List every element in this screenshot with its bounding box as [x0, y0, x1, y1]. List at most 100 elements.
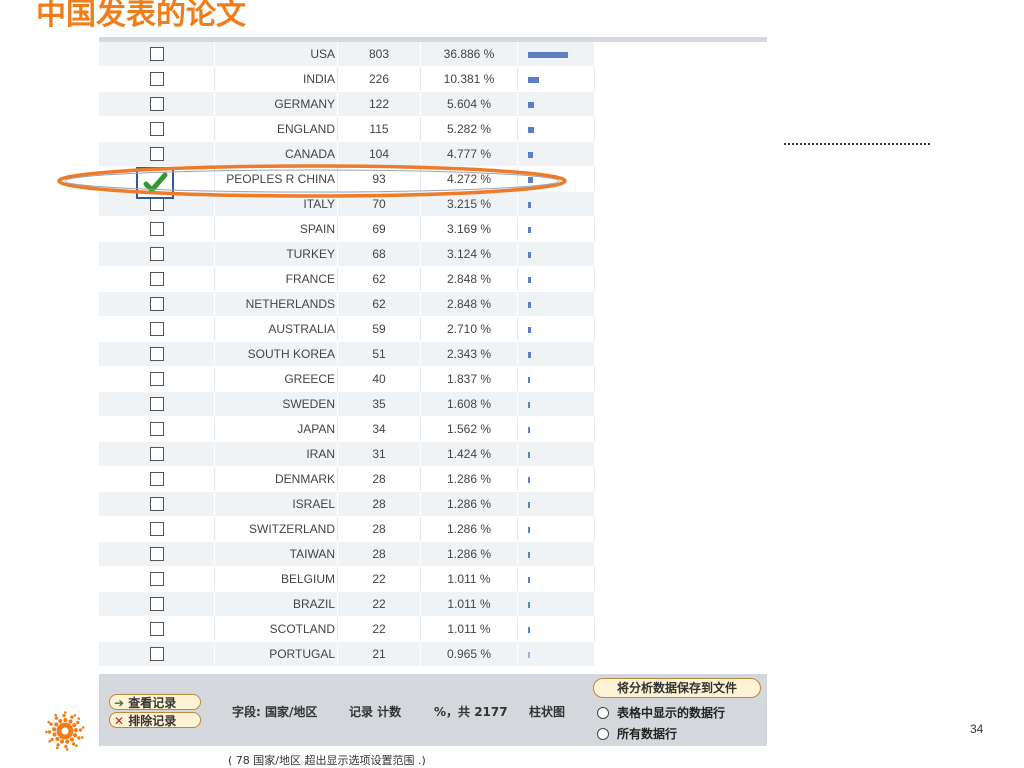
percent-cell: 4.777 % [420, 141, 518, 167]
dotted-leader-line [784, 143, 930, 145]
radio-displayed-rows[interactable]: 表格中显示的数据行 [597, 704, 725, 721]
percent-cell: 2.848 % [420, 291, 518, 317]
share-bar [528, 101, 534, 108]
count-column-header[interactable]: 记录 计数 [349, 703, 401, 720]
bar-cell [517, 116, 595, 142]
row-checkbox[interactable] [149, 222, 164, 237]
row-checkbox[interactable] [149, 72, 164, 87]
row-select-cell [99, 466, 215, 492]
radio-displayed-rows-label: 表格中显示的数据行 [617, 706, 726, 720]
percent-column-header[interactable]: %，共 2177 [434, 703, 508, 720]
exclude-records-button[interactable]: ✕ 排除记录 [109, 712, 201, 728]
row-checkbox[interactable] [149, 422, 164, 437]
country-cell: SOUTH KOREA [214, 341, 338, 367]
row-select-cell [99, 316, 215, 342]
bar-cell [517, 66, 595, 92]
country-cell: IRAN [214, 441, 338, 467]
row-checkbox[interactable] [149, 597, 164, 612]
selected-checkbox-highlight[interactable] [136, 167, 174, 199]
row-checkbox[interactable] [149, 472, 164, 487]
country-cell: PEOPLES R CHINA [214, 166, 338, 192]
table-row: GREECE 40 1.837 % [99, 366, 595, 392]
country-cell: AUSTRALIA [214, 316, 338, 342]
count-cell: 115 [337, 116, 421, 142]
row-select-cell [99, 641, 215, 667]
save-analysis-data-button[interactable]: 将分析数据保存到文件 [593, 678, 761, 698]
table-row: ENGLAND 115 5.282 % [99, 116, 595, 142]
bar-cell [517, 566, 595, 592]
country-cell: USA [214, 42, 338, 67]
row-select-cell [99, 541, 215, 567]
row-checkbox[interactable] [149, 547, 164, 562]
row-checkbox[interactable] [149, 122, 164, 137]
country-cell: BRAZIL [214, 591, 338, 617]
count-cell: 28 [337, 491, 421, 517]
share-bar [528, 351, 531, 358]
share-bar [528, 526, 530, 533]
bar-cell [517, 191, 595, 217]
share-bar [528, 126, 534, 133]
table-row: SWEDEN 35 1.608 % [99, 391, 595, 417]
row-checkbox[interactable] [149, 247, 164, 262]
country-cell: SWITZERLAND [214, 516, 338, 542]
table-row: JAPAN 34 1.562 % [99, 416, 595, 442]
row-checkbox[interactable] [149, 447, 164, 462]
share-bar [528, 601, 530, 608]
share-bar [528, 201, 531, 208]
count-cell: 93 [337, 166, 421, 192]
row-checkbox[interactable] [149, 322, 164, 337]
row-checkbox[interactable] [149, 622, 164, 637]
count-cell: 62 [337, 291, 421, 317]
row-checkbox[interactable] [149, 497, 164, 512]
share-bar [528, 451, 530, 458]
count-cell: 34 [337, 416, 421, 442]
percent-cell: 1.286 % [420, 491, 518, 517]
row-checkbox[interactable] [149, 272, 164, 287]
percent-cell: 1.424 % [420, 441, 518, 467]
country-cell: SWEDEN [214, 391, 338, 417]
count-cell: 28 [337, 516, 421, 542]
thomson-reuters-logo-icon [45, 711, 85, 751]
count-cell: 22 [337, 591, 421, 617]
row-checkbox[interactable] [149, 297, 164, 312]
table-row: FRANCE 62 2.848 % [99, 266, 595, 292]
table-row: SOUTH KOREA 51 2.343 % [99, 341, 595, 367]
bar-cell [517, 616, 595, 642]
count-cell: 22 [337, 566, 421, 592]
table-row: AUSTRALIA 59 2.710 % [99, 316, 595, 342]
row-checkbox[interactable] [149, 522, 164, 537]
country-cell: SCOTLAND [214, 616, 338, 642]
bar-cell [517, 366, 595, 392]
row-select-cell [99, 266, 215, 292]
row-checkbox[interactable] [149, 397, 164, 412]
share-bar [528, 51, 568, 58]
bar-cell [517, 42, 595, 67]
row-checkbox[interactable] [149, 347, 164, 362]
percent-cell: 4.272 % [420, 166, 518, 192]
overflow-note: ( 78 国家/地区 超出显示选项设置范围 .) [228, 754, 426, 767]
table-row: SCOTLAND 22 1.011 % [99, 616, 595, 642]
row-select-cell [99, 616, 215, 642]
count-cell: 35 [337, 391, 421, 417]
bar-cell [517, 641, 595, 667]
radio-all-rows[interactable]: 所有数据行 [597, 725, 677, 742]
row-select-cell [99, 66, 215, 92]
count-cell: 70 [337, 191, 421, 217]
count-cell: 21 [337, 641, 421, 667]
row-select-cell [99, 441, 215, 467]
count-cell: 62 [337, 266, 421, 292]
percent-cell: 36.886 % [420, 42, 518, 67]
view-records-button[interactable]: ➔ 查看记录 [109, 694, 201, 710]
row-checkbox[interactable] [149, 47, 164, 62]
row-checkbox[interactable] [149, 647, 164, 662]
row-checkbox[interactable] [149, 97, 164, 112]
percent-cell: 2.848 % [420, 266, 518, 292]
row-checkbox[interactable] [149, 147, 164, 162]
bar-cell [517, 166, 595, 192]
row-checkbox[interactable] [149, 372, 164, 387]
share-bar [528, 626, 530, 633]
row-select-cell [99, 291, 215, 317]
row-checkbox[interactable] [149, 572, 164, 587]
table-row: PORTUGAL 21 0.965 % [99, 641, 595, 667]
bar-cell [517, 241, 595, 267]
